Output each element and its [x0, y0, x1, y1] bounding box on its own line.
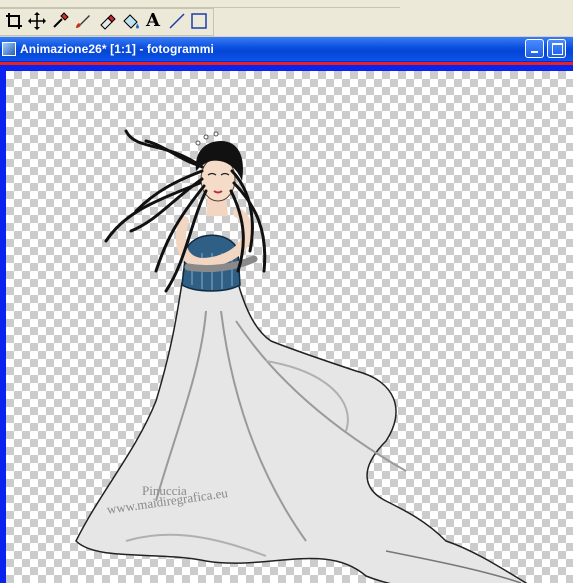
fill-icon[interactable] — [120, 11, 142, 31]
toolbar: A — [0, 0, 573, 36]
maximize-button[interactable] — [547, 39, 566, 58]
eraser-icon[interactable] — [96, 11, 118, 31]
dropper-icon[interactable] — [49, 11, 71, 31]
brush-icon[interactable] — [72, 11, 94, 31]
document-icon — [2, 42, 16, 56]
text-icon[interactable]: A — [142, 11, 164, 31]
line-icon[interactable] — [166, 11, 188, 31]
toolbar-top-strip — [0, 0, 400, 8]
image-canvas[interactable]: Pinuccia www.maidiregrafica.eu — [6, 71, 573, 583]
crop-icon[interactable] — [3, 11, 25, 31]
document-window: Animazione26* [1:1] - fotogrammi Pinucci… — [0, 37, 573, 583]
title-bar[interactable]: Animazione26* [1:1] - fotogrammi — [0, 37, 573, 61]
move-icon[interactable] — [26, 11, 48, 31]
window-title: Animazione26* [1:1] - fotogrammi — [20, 42, 214, 56]
woman-illustration — [75, 129, 528, 583]
minimize-button[interactable] — [525, 39, 544, 58]
window-accent-line — [0, 62, 573, 65]
rectangle-icon[interactable] — [188, 11, 210, 31]
